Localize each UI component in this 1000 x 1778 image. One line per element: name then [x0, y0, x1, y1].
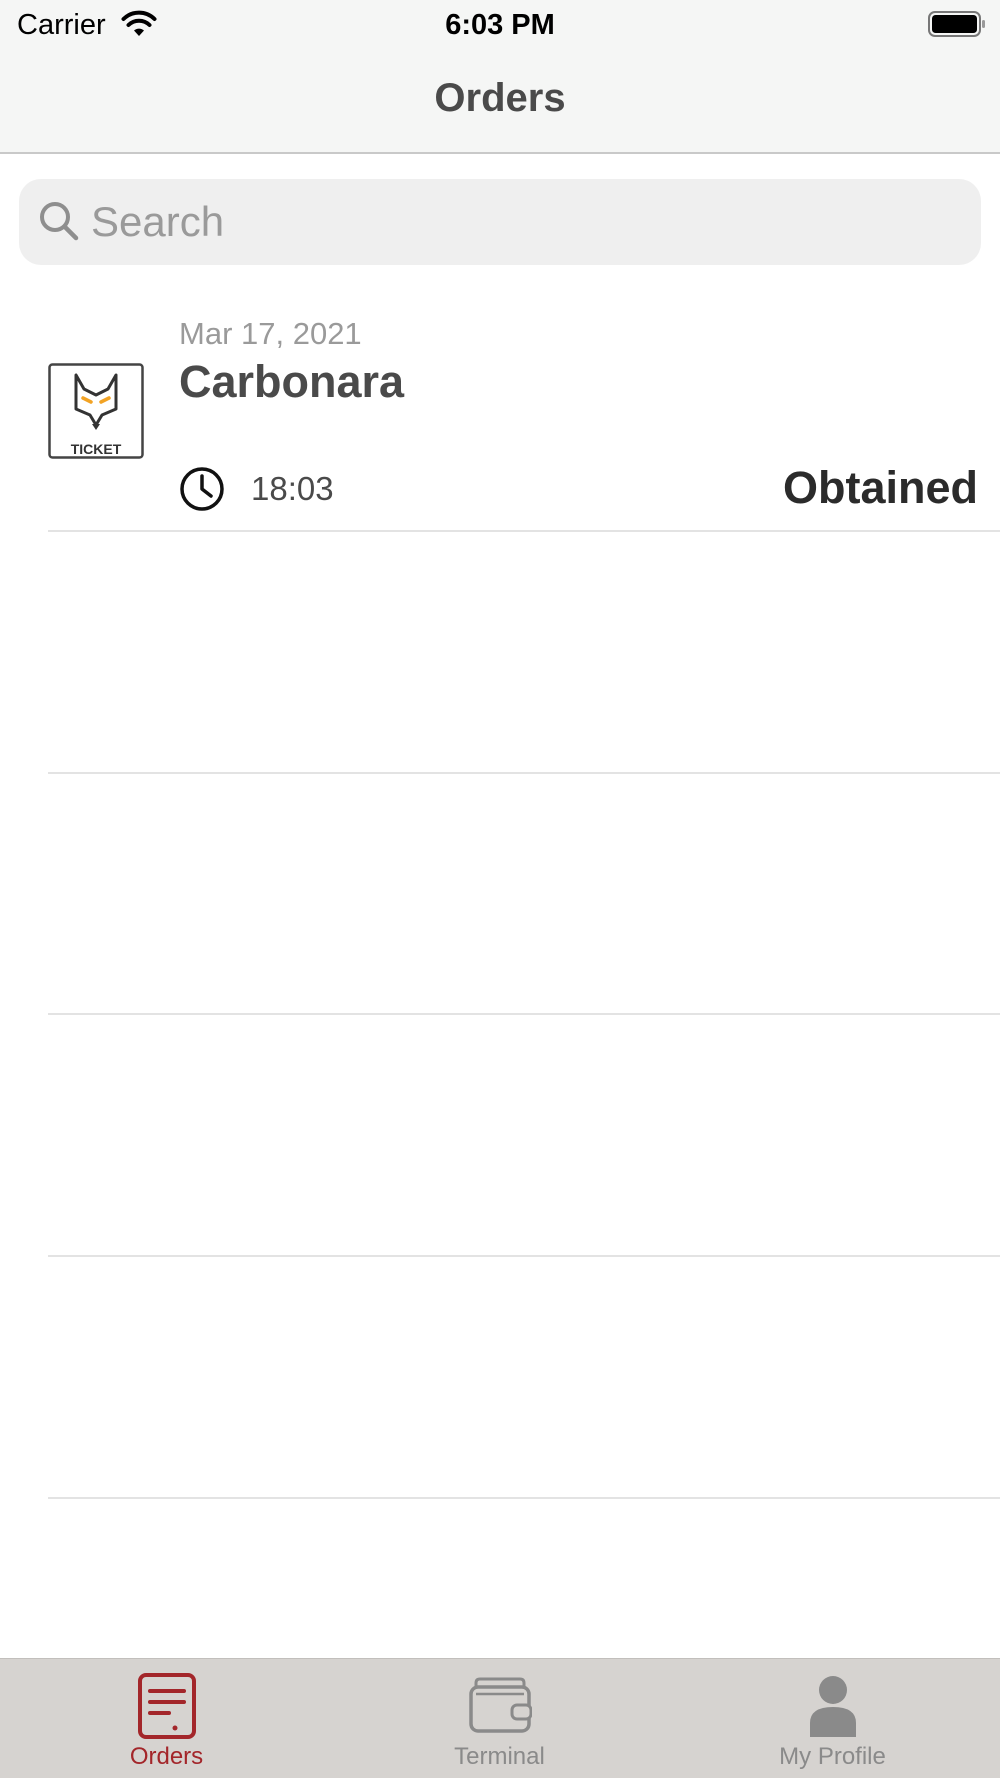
tab-my-profile[interactable]: My Profile [666, 1659, 999, 1778]
tab-label: Orders [129, 1743, 204, 1770]
order-time: 18:03 [251, 470, 334, 507]
tab-orders[interactable]: Orders [0, 1659, 333, 1778]
tab-label: My Profile [779, 1743, 886, 1770]
order-list-item[interactable]: TICKET Mar 17, 2021 Carbonara 18:03 Obta… [0, 290, 1000, 530]
list-separator [48, 772, 1000, 774]
tab-label: Terminal [454, 1743, 545, 1770]
order-status: Obtained [782, 462, 978, 513]
list-separator [48, 530, 1000, 532]
order-name: Carbonara [179, 356, 405, 407]
clock-icon [180, 467, 224, 511]
status-bar: Carrier 6:03 PM [0, 0, 1000, 50]
navigation-bar: Orders [0, 50, 1000, 154]
search-icon [40, 202, 79, 241]
order-date: Mar 17, 2021 [179, 316, 362, 351]
battery-icon [928, 11, 985, 37]
search-bar[interactable] [19, 179, 981, 265]
page-title: Orders [434, 76, 566, 120]
ticket-logo-text: TICKET [70, 441, 122, 457]
wallet-icon [468, 1677, 532, 1733]
status-time: 6:03 PM [445, 9, 555, 41]
tab-bar: Orders Terminal My Profile [0, 1658, 1000, 1778]
list-separator [48, 1255, 1000, 1257]
orders-icon [137, 1673, 196, 1739]
tab-terminal[interactable]: Terminal [333, 1659, 666, 1778]
list-separator [48, 1013, 1000, 1015]
search-input[interactable] [91, 179, 961, 265]
list-separator [48, 1497, 1000, 1499]
profile-icon [809, 1676, 856, 1737]
